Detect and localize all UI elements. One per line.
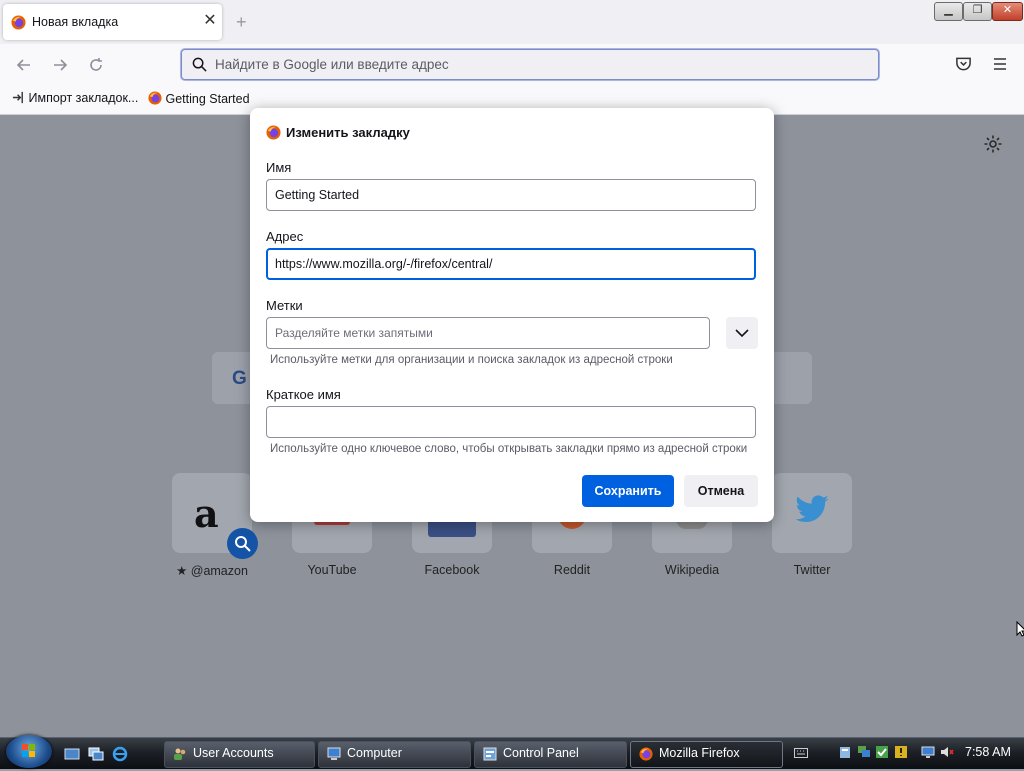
- tags-placeholder: Разделяйте метки запятыми: [275, 326, 433, 340]
- taskbar-label: Mozilla Firefox: [659, 746, 740, 760]
- tray-warning-icon[interactable]: [894, 745, 908, 759]
- tags-label: Метки: [266, 298, 303, 313]
- reload-icon[interactable]: [87, 56, 105, 74]
- site-label: Wikipedia: [664, 563, 720, 577]
- url-label: Адрес: [266, 229, 304, 244]
- tags-hint: Используйте метки для организации и поис…: [270, 354, 673, 366]
- firefox-icon: [266, 125, 281, 140]
- control-panel-icon: [483, 747, 497, 761]
- forward-arrow-icon[interactable]: [51, 56, 69, 74]
- site-label: ★ @amazon: [176, 564, 248, 578]
- hamburger-menu-icon[interactable]: [992, 56, 1008, 72]
- site-card: [772, 473, 852, 553]
- address-bar[interactable]: Найдите в Google или введите адрес: [181, 49, 879, 80]
- twitter-bird-icon: [795, 495, 829, 523]
- bookmark-label: Getting Started: [165, 92, 250, 106]
- new-tab-button[interactable]: +: [236, 13, 247, 31]
- taskbar-control-panel[interactable]: Control Panel: [474, 741, 627, 768]
- firefox-icon: [11, 15, 26, 30]
- site-label: YouTube: [307, 563, 357, 577]
- url-value: https://www.mozilla.org/-/firefox/centra…: [275, 257, 493, 271]
- keyword-field[interactable]: [266, 406, 756, 438]
- tags-dropdown-button[interactable]: [726, 317, 758, 349]
- switch-windows-icon[interactable]: [88, 746, 104, 762]
- tray-network-icon[interactable]: [857, 745, 871, 759]
- import-icon: [12, 91, 23, 104]
- bookmark-import[interactable]: Импорт закладок...: [12, 91, 138, 105]
- name-label: Имя: [266, 160, 292, 175]
- site-label: Reddit: [553, 563, 591, 577]
- taskbar-label: Control Panel: [503, 746, 579, 760]
- taskbar-computer[interactable]: Computer: [318, 741, 471, 768]
- site-label: Twitter: [793, 563, 831, 577]
- cancel-button[interactable]: Отмена: [684, 475, 758, 507]
- site-label: Facebook: [424, 563, 480, 577]
- gear-icon[interactable]: [983, 134, 1003, 154]
- pocket-icon[interactable]: [955, 56, 972, 72]
- search-icon: [192, 57, 207, 72]
- mouse-cursor-icon: [1016, 621, 1024, 637]
- keyboard-icon[interactable]: [794, 748, 808, 758]
- keyword-hint: Используйте одно ключевое слово, чтобы о…: [270, 443, 748, 455]
- bookmark-getting-started[interactable]: Getting Started: [148, 91, 250, 106]
- url-field[interactable]: https://www.mozilla.org/-/firefox/centra…: [266, 248, 756, 280]
- maximize-button[interactable]: ❐: [963, 2, 992, 21]
- user-accounts-icon: [174, 748, 186, 760]
- keyword-label: Краткое имя: [266, 387, 341, 402]
- close-window-button[interactable]: ✕: [992, 2, 1023, 21]
- google-logo-icon: G: [232, 368, 247, 389]
- firefox-icon: [148, 91, 162, 105]
- edit-bookmark-dialog: Изменить закладку Имя Getting Started Ад…: [250, 108, 774, 522]
- show-desktop-icon[interactable]: [64, 746, 80, 762]
- start-button[interactable]: [6, 735, 52, 768]
- taskbar-label: User Accounts: [193, 746, 274, 760]
- tab-new-tab[interactable]: Новая вкладка ✕: [3, 4, 222, 40]
- firefox-icon: [639, 747, 653, 761]
- volume-muted-icon[interactable]: [940, 745, 954, 759]
- tray-app-icon[interactable]: [838, 745, 852, 759]
- amazon-logo-icon: a: [194, 491, 219, 536]
- taskbar-label: Computer: [347, 746, 402, 760]
- tray-display-icon[interactable]: [921, 745, 935, 759]
- tray-security-icon[interactable]: [875, 745, 889, 759]
- tab-title: Новая вкладка: [32, 15, 119, 29]
- search-shortcut-icon: [227, 528, 258, 559]
- minimize-button[interactable]: ▁: [934, 2, 963, 21]
- windows-logo-icon: [22, 744, 35, 757]
- back-arrow-icon[interactable]: [15, 56, 33, 74]
- computer-icon: [327, 747, 341, 760]
- address-placeholder: Найдите в Google или введите адрес: [215, 57, 449, 72]
- taskbar-user-accounts[interactable]: User Accounts: [164, 741, 315, 768]
- bookmark-label: Импорт закладок...: [28, 91, 139, 105]
- dialog-title: Изменить закладку: [286, 125, 410, 140]
- internet-explorer-icon[interactable]: [112, 746, 128, 762]
- taskbar-clock[interactable]: 7:58 AM: [965, 745, 1011, 759]
- name-field[interactable]: Getting Started: [266, 179, 756, 211]
- taskbar-mozilla-firefox[interactable]: Mozilla Firefox: [630, 741, 783, 768]
- save-button[interactable]: Сохранить: [582, 475, 674, 507]
- tab-close-icon[interactable]: ✕: [201, 12, 219, 30]
- chevron-down-icon: [735, 329, 749, 338]
- name-value: Getting Started: [275, 188, 360, 202]
- tags-field[interactable]: Разделяйте метки запятыми: [266, 317, 710, 349]
